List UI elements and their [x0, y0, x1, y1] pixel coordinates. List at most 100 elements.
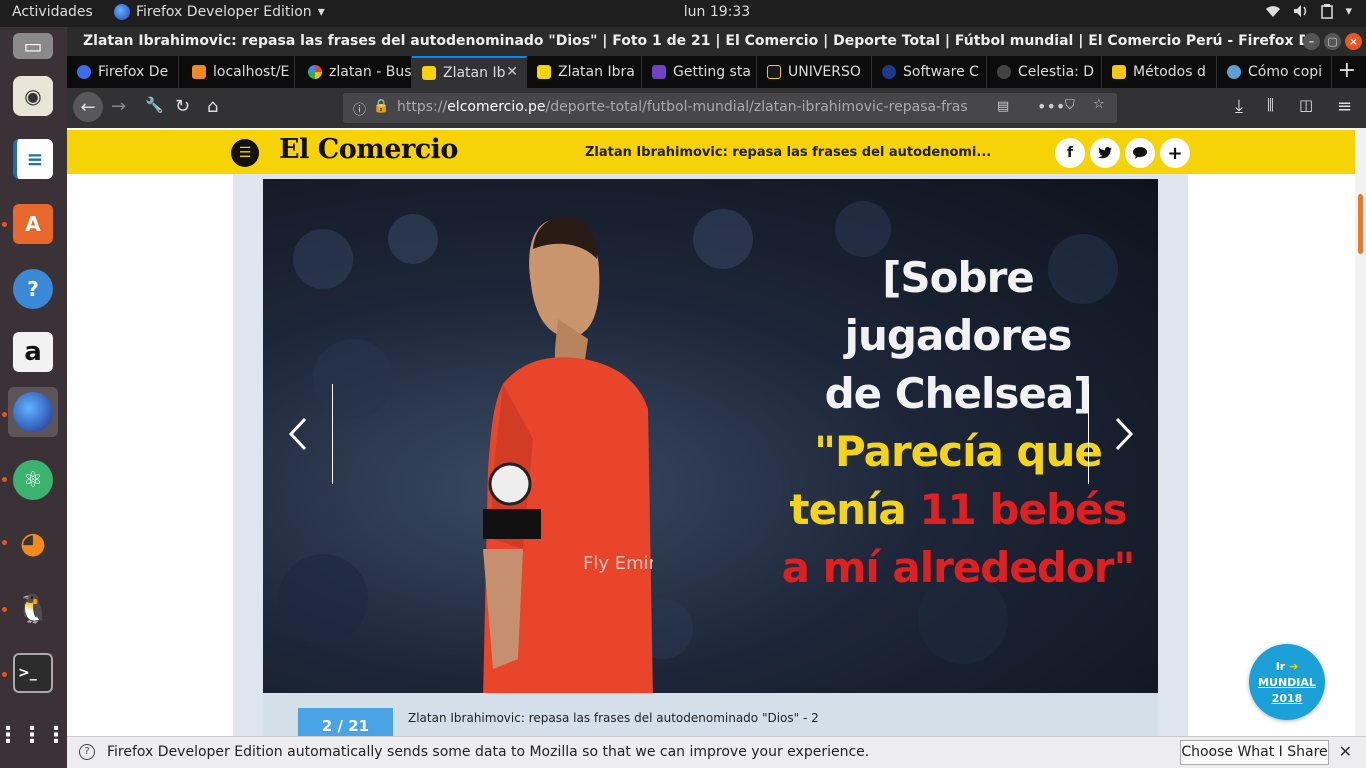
wifi-icon [1265, 4, 1281, 23]
dock-software-center[interactable]: A [8, 199, 58, 249]
lock-icon[interactable]: 🔒 [373, 99, 389, 114]
clipboard-icon [1321, 4, 1334, 23]
tab[interactable]: zlatan - Bus [298, 56, 412, 88]
dock-files[interactable]: ▭ [8, 21, 58, 71]
twitter-share-button[interactable] [1090, 138, 1120, 168]
dock-blender[interactable]: ◕ [8, 518, 58, 568]
choose-what-i-share-button[interactable]: Choose What I Share [1180, 740, 1329, 765]
rhythmbox-icon: ◉ [13, 76, 53, 116]
gallery-next-button[interactable] [1089, 384, 1158, 484]
system-tray[interactable]: ▾ [1265, 4, 1352, 23]
gnome-top-bar: Actividades Firefox Developer Edition ▾ … [0, 0, 1366, 27]
system-menu-chevron-icon: ▾ [1345, 4, 1352, 19]
dock-running-indicator [2, 540, 7, 545]
tab-label: UNIVERSO [788, 64, 861, 80]
home-button[interactable]: ⌂ [207, 96, 218, 117]
dock-terminal[interactable]: >_ [8, 648, 58, 698]
comment-icon [1133, 147, 1147, 159]
tab[interactable]: Cómo copi [1217, 56, 1332, 88]
comment-button[interactable] [1125, 138, 1155, 168]
tab[interactable]: UNIVERSO [757, 56, 872, 88]
sidebar-icon[interactable]: ◫ [1299, 96, 1313, 114]
page-scrollbar[interactable] [1355, 128, 1366, 736]
tab[interactable]: Getting sta [642, 56, 757, 88]
tab-label: zlatan - Bus [329, 64, 412, 80]
mundial-2018-button[interactable]: Ir ➔ MUNDIAL 2018 [1249, 644, 1325, 720]
dock-help[interactable]: ? [8, 264, 58, 314]
quote-highlight: 11 bebés [919, 485, 1127, 534]
bootstrap-icon [652, 65, 666, 79]
close-icon[interactable]: × [1345, 33, 1362, 50]
reader-view-icon[interactable]: ▤ [997, 99, 1009, 114]
tab-label: Celestia: D [1018, 64, 1095, 80]
more-share-button[interactable]: + [1160, 138, 1190, 168]
libreoffice-writer-icon: ≡ [13, 139, 53, 179]
dock-supertux[interactable]: 🐧 [8, 583, 58, 633]
library-icon[interactable]: ⫼ [1267, 96, 1274, 114]
new-tab-button[interactable]: + [1338, 58, 1356, 83]
amazon-icon: a [13, 332, 53, 372]
menu-icon[interactable]: ☰ [231, 139, 259, 167]
nasa-icon [882, 65, 896, 79]
reload-button[interactable]: ↻ [175, 96, 190, 117]
scrollbar-thumb[interactable] [1358, 194, 1363, 254]
tab-active[interactable]: Zlatan Ib ✕ [412, 56, 527, 88]
volume-icon [1293, 4, 1309, 23]
back-button[interactable]: ← [73, 92, 103, 122]
quote-line: a mí alrededor" [781, 543, 1136, 592]
tab-label: Firefox De [98, 64, 169, 80]
supertux-icon: 🐧 [15, 591, 51, 625]
tab[interactable]: Celestia: D [987, 56, 1102, 88]
question-icon: ? [79, 744, 95, 760]
quote-line: [Sobre jugadores [844, 253, 1073, 360]
tab-label: Cómo copi [1248, 64, 1323, 80]
site-logo[interactable]: El Comercio [279, 134, 458, 165]
tab[interactable]: Firefox De [67, 56, 179, 88]
clock[interactable]: lun 19:33 [0, 4, 1366, 20]
tab[interactable]: localhost/E [182, 56, 295, 88]
dock-show-apps[interactable]: ⋮⋮⋮ [0, 710, 67, 760]
gallery-caption-bar: 2 / 21 Zlatan Ibrahimovic: repasa las fr… [263, 693, 1158, 736]
shirt-sponsor-text: Fly Emira [583, 553, 653, 574]
downloads-icon[interactable]: ⤓ [1235, 96, 1243, 117]
tab-strip: Firefox De localhost/E zlatan - Bus Zlat… [67, 56, 1366, 88]
tab[interactable]: Software C [872, 56, 987, 88]
el-comercio-icon [537, 65, 551, 79]
dock-running-indicator [2, 607, 7, 612]
twitter-icon [1098, 147, 1112, 159]
files-icon: ▭ [13, 33, 53, 59]
dock-amazon[interactable]: a [8, 327, 58, 377]
tab[interactable]: Zlatan Ibra [527, 56, 642, 88]
tab-label: Zlatan Ib [443, 65, 506, 81]
dock-writer[interactable]: ≡ [8, 134, 58, 184]
window-title: Zlatan Ibrahimovic: repasa las frases de… [83, 33, 1305, 49]
url-bar[interactable]: ⓘ 🔒 https://elcomercio.pe/deporte-total/… [343, 93, 1117, 123]
close-icon[interactable]: ✕ [1339, 742, 1352, 761]
close-icon[interactable]: ✕ [506, 64, 518, 80]
maximize-icon[interactable]: ▢ [1324, 33, 1341, 50]
url-text[interactable]: https://elcomercio.pe/deporte-total/futb… [397, 99, 997, 115]
page-actions-icon[interactable]: ••• [1037, 97, 1065, 116]
header-headline: Zlatan Ibrahimovic: repasa las frases de… [585, 145, 992, 160]
hamburger-menu-icon[interactable]: ≡ [1337, 96, 1352, 117]
dock-rhythmbox[interactable]: ◉ [8, 71, 58, 121]
gallery-prev-button[interactable] [263, 384, 333, 484]
dock-running-indicator [2, 477, 7, 482]
el-comercio-icon [422, 66, 436, 80]
dock-atom[interactable]: ⚛ [8, 455, 58, 505]
bookmark-star-icon[interactable]: ☆ [1093, 97, 1105, 112]
wrench-icon[interactable]: 🔧 [145, 96, 164, 114]
page-content: ☰ El Comercio Zlatan Ibrahimovic: repasa… [67, 128, 1355, 736]
info-icon[interactable]: ⓘ [353, 99, 366, 118]
minimize-icon[interactable]: – [1303, 33, 1320, 50]
pocket-icon[interactable]: ⛉ [1065, 98, 1075, 113]
tab[interactable]: Métodos d [1102, 56, 1217, 88]
firefox-icon [13, 392, 53, 432]
help-icon: ? [13, 269, 53, 309]
site-header: ☰ El Comercio Zlatan Ibrahimovic: repasa… [67, 130, 1355, 174]
window-titlebar[interactable]: Zlatan Ibrahimovic: repasa las frases de… [67, 27, 1366, 56]
mundial-label: MUNDIAL [1258, 676, 1316, 689]
forward-button[interactable]: → [111, 96, 126, 117]
facebook-share-button[interactable]: f [1055, 138, 1085, 168]
dock-firefox[interactable] [8, 387, 58, 437]
